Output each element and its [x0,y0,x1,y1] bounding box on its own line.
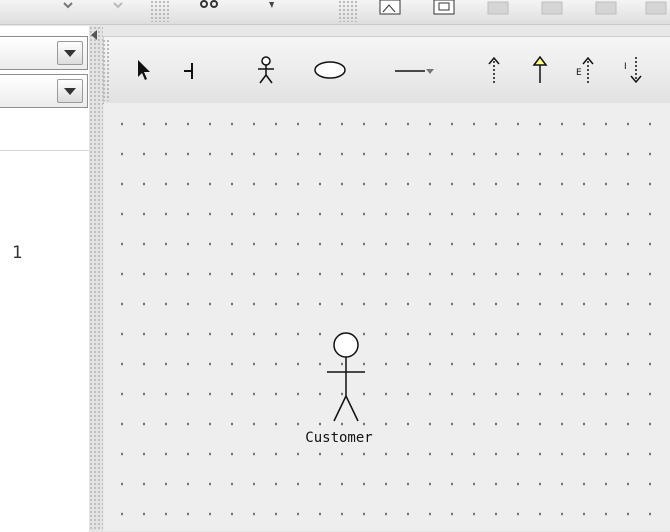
actor-element[interactable]: Customer [289,328,389,458]
select-arrow-icon [138,60,150,80]
use-case-tool-button[interactable] [310,37,350,103]
generalization-arrow-icon [532,55,548,83]
anchor-tool-button[interactable] [170,37,210,103]
dependency-arrow-tool-button[interactable] [474,37,514,103]
actor-tool-button[interactable] [246,37,286,103]
include-arrow-tool-button[interactable]: I [614,37,654,103]
glasses-icon[interactable] [196,0,220,18]
toolbar-grip[interactable] [338,0,358,22]
main-toolbar [0,0,670,25]
actor-label: Customer [305,430,373,446]
image-icon[interactable] [378,0,402,18]
ellipse-icon [314,61,346,79]
extend-arrow-icon: E [576,56,594,83]
left-list[interactable]: 1 [0,150,89,532]
toolbar-grip[interactable] [150,0,170,22]
pen-icon[interactable] [260,0,284,18]
actor-icon [258,56,274,84]
svg-text:E: E [576,68,582,78]
panel-splitter[interactable] [89,26,103,531]
frame-icon[interactable] [432,0,456,18]
actor-figure-icon [327,332,365,422]
svg-text:I: I [624,62,627,72]
second-combo-box[interactable] [0,74,88,108]
line-dropdown-button[interactable] [420,37,440,103]
dropdown-chevron-icon[interactable] [56,0,80,18]
anchor-icon [184,63,193,79]
top-combo-box[interactable] [0,36,88,70]
toolbar-grip[interactable] [102,39,110,101]
disabled-icon [594,0,618,18]
disabled-icon [540,0,564,18]
diagram-toolbar: E I [102,36,670,104]
list-item-number: 1 [12,243,23,263]
dropdown-chevron-icon[interactable] [106,0,130,18]
dependency-arrow-icon [488,56,500,83]
generalization-arrow-tool-button[interactable] [520,37,560,103]
disabled-icon [644,0,668,18]
disabled-icon [486,0,510,18]
collapse-left-arrow-icon[interactable] [91,30,97,40]
select-tool-button[interactable] [124,37,164,103]
extend-arrow-tool-button[interactable]: E [566,37,606,103]
diagram-canvas[interactable]: Customer [104,103,670,531]
include-arrow-icon: I [624,57,642,84]
chevron-down-icon[interactable] [57,79,83,103]
small-chevron-down-icon [426,69,434,74]
chevron-down-icon[interactable] [57,41,83,65]
left-panel: 1 [0,26,89,532]
